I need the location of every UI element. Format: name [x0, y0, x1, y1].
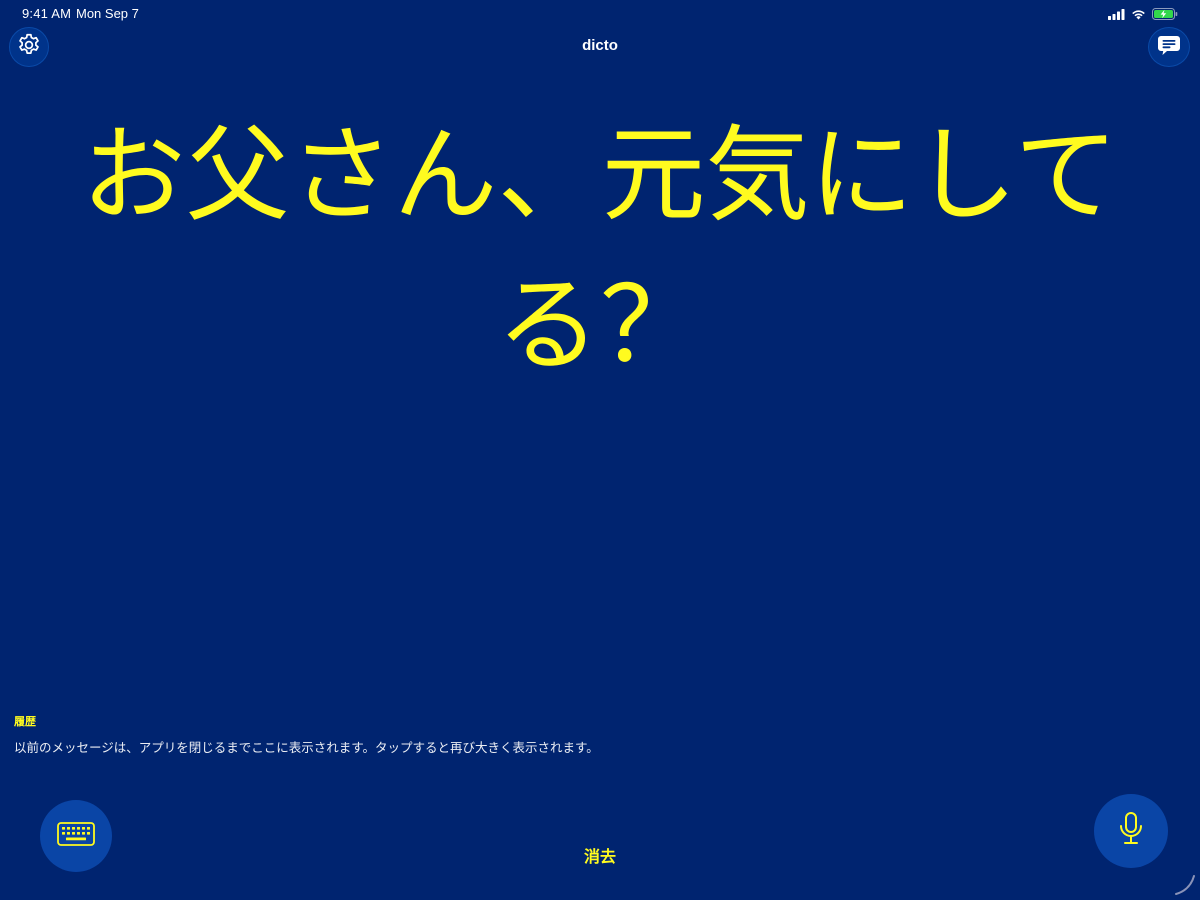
- app-screen: 9:41 AM Mon Sep 7 dicto お父さん、元気にしてる？ 履歴 …: [0, 0, 1200, 900]
- history-heading: 履歴: [14, 715, 36, 728]
- wifi-icon: [1131, 5, 1146, 24]
- chat-bubble-icon: [1156, 32, 1182, 62]
- status-bar: 9:41 AM Mon Sep 7: [0, 0, 1200, 28]
- status-indicators: [1108, 7, 1178, 21]
- microphone-icon: [1117, 811, 1145, 851]
- history-description: 以前のメッセージは、アプリを閉じるまでここに表示されます。タップすると再び大きく…: [14, 740, 599, 755]
- cellular-signal-icon: [1108, 5, 1125, 24]
- status-time: 9:41 AM: [22, 6, 72, 21]
- battery-charging-icon: [1152, 5, 1178, 24]
- keyboard-icon: [57, 821, 95, 851]
- clear-button[interactable]: 消去: [570, 843, 630, 867]
- main-message-text[interactable]: お父さん、元気にしてる？: [20, 100, 1180, 400]
- chat-button[interactable]: [1148, 27, 1190, 67]
- keyboard-button[interactable]: [40, 800, 112, 872]
- status-date: Mon Sep 7: [76, 6, 139, 21]
- app-title: dicto: [582, 37, 618, 54]
- resize-grip-icon: [1168, 868, 1198, 898]
- microphone-button[interactable]: [1094, 794, 1168, 868]
